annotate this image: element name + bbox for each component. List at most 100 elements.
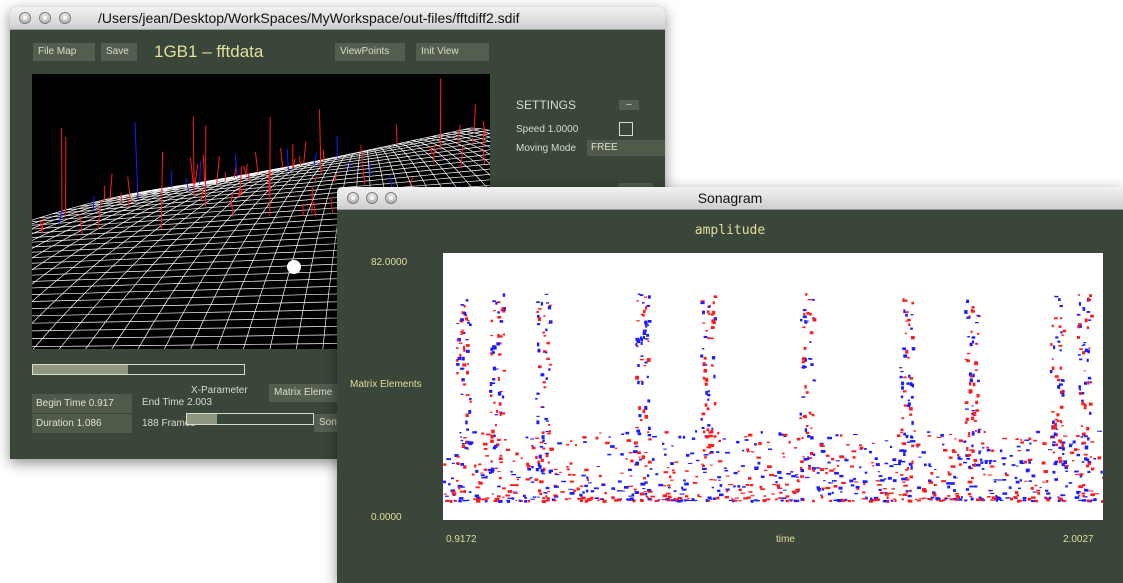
spectral-mark (778, 497, 783, 499)
duration-field[interactable]: Duration 1.086 (32, 414, 132, 433)
spectral-mark (465, 370, 469, 375)
begin-time-field[interactable]: Begin Time 0.917 (32, 394, 132, 413)
spectral-mark (1078, 499, 1083, 501)
spectral-mark (495, 368, 499, 370)
spectral-mark (743, 497, 748, 500)
save-button[interactable]: Save (101, 43, 137, 61)
spectral-mark (810, 451, 814, 456)
spectral-mark (916, 446, 919, 448)
x-axis-max: 2.0027 (1063, 534, 1094, 545)
moving-mode-select[interactable]: FREE (587, 140, 665, 156)
spectral-mark (553, 468, 558, 470)
spectral-mark (703, 335, 708, 339)
spectral-mark (586, 476, 589, 479)
spectral-mark (569, 492, 575, 495)
spectral-mark (1089, 402, 1093, 406)
zoom-window-button[interactable] (59, 12, 71, 24)
speed-checkbox[interactable] (619, 122, 633, 136)
spectral-mark (1058, 344, 1063, 347)
spectral-mark (636, 300, 639, 302)
spectral-mark (1017, 450, 1021, 452)
spectral-mark (717, 476, 721, 479)
spectral-mark (463, 305, 466, 308)
spectral-mark (647, 320, 652, 323)
spectral-mark (548, 423, 551, 426)
amplitude-spike (134, 122, 139, 199)
amplitude-spike (120, 193, 123, 204)
view-points-button[interactable]: ViewPoints (335, 43, 405, 61)
main-window-titlebar[interactable]: /Users/jean/Desktop/WorkSpaces/MyWorkspa… (10, 7, 665, 30)
minimize-window-button[interactable] (39, 12, 51, 24)
spectral-mark (901, 498, 905, 501)
spectral-mark (620, 472, 624, 474)
spectral-mark (706, 407, 710, 411)
spectral-mark (903, 376, 907, 379)
spectral-mark (1054, 317, 1058, 320)
spectral-mark (456, 479, 459, 482)
spectral-mark (684, 482, 689, 486)
spectral-mark (948, 473, 952, 476)
spectral-mark (532, 496, 537, 498)
spectral-mark (671, 499, 675, 502)
spectral-mark (537, 496, 540, 498)
spectral-mark (670, 479, 674, 481)
spectral-mark (493, 310, 496, 312)
spectral-mark (498, 457, 503, 461)
spectral-mark (596, 466, 600, 468)
spectral-mark (525, 478, 531, 481)
spectral-mark (536, 420, 540, 425)
spectral-mark (1081, 392, 1085, 395)
frame-slider-thumb[interactable] (187, 414, 217, 424)
spectral-mark (642, 302, 645, 304)
sonagram-plot[interactable] (443, 253, 1103, 520)
spectral-mark (776, 484, 781, 488)
frame-slider[interactable] (186, 413, 314, 425)
spectral-mark (497, 377, 500, 381)
sonagram-titlebar[interactable]: Sonagram (337, 187, 1123, 210)
spectral-mark (456, 323, 460, 325)
spectral-mark (712, 497, 717, 500)
spectral-mark (648, 295, 651, 299)
spectral-mark (777, 487, 783, 489)
spectral-mark (599, 432, 602, 434)
spectral-mark (928, 479, 932, 482)
spectral-mark (911, 301, 914, 305)
spectral-mark (536, 415, 540, 417)
spectral-mark (708, 434, 713, 438)
file-map-button[interactable]: File Map (33, 43, 95, 61)
spectral-mark (639, 294, 644, 297)
camera-cursor[interactable] (287, 260, 301, 274)
close-window-button[interactable] (19, 12, 31, 24)
spectral-mark (640, 482, 646, 486)
spectral-mark (950, 482, 955, 485)
init-view-button[interactable]: Init View (416, 43, 489, 61)
spectral-mark (711, 319, 716, 324)
spectral-mark (1059, 405, 1064, 409)
spectral-mark (903, 452, 906, 457)
spectral-mark (864, 448, 867, 450)
spectral-mark (817, 487, 821, 491)
spectral-mark (859, 444, 862, 447)
spectral-mark (1022, 497, 1027, 500)
spectral-mark (878, 488, 882, 491)
spectral-mark (744, 436, 748, 438)
matrix-elements-button[interactable]: Matrix Eleme (269, 384, 339, 402)
spectral-mark (888, 492, 894, 495)
spectral-mark (1091, 467, 1095, 471)
time-range-slider[interactable] (32, 364, 245, 375)
spectral-mark (969, 485, 974, 488)
spectral-mark (639, 499, 643, 502)
settings-collapse-button[interactable]: – (619, 100, 639, 110)
spectral-mark (1086, 326, 1090, 330)
spectral-mark (971, 336, 976, 339)
spectral-mark (601, 483, 606, 486)
spectral-mark (1024, 480, 1028, 482)
spectral-mark (640, 380, 643, 382)
spectral-mark (462, 499, 467, 502)
spectral-mark (489, 389, 493, 393)
spectral-mark (451, 462, 455, 464)
spectral-mark (809, 341, 812, 343)
spectral-mark (993, 460, 997, 463)
spectral-mark (639, 358, 644, 361)
spectral-mark (481, 476, 486, 479)
